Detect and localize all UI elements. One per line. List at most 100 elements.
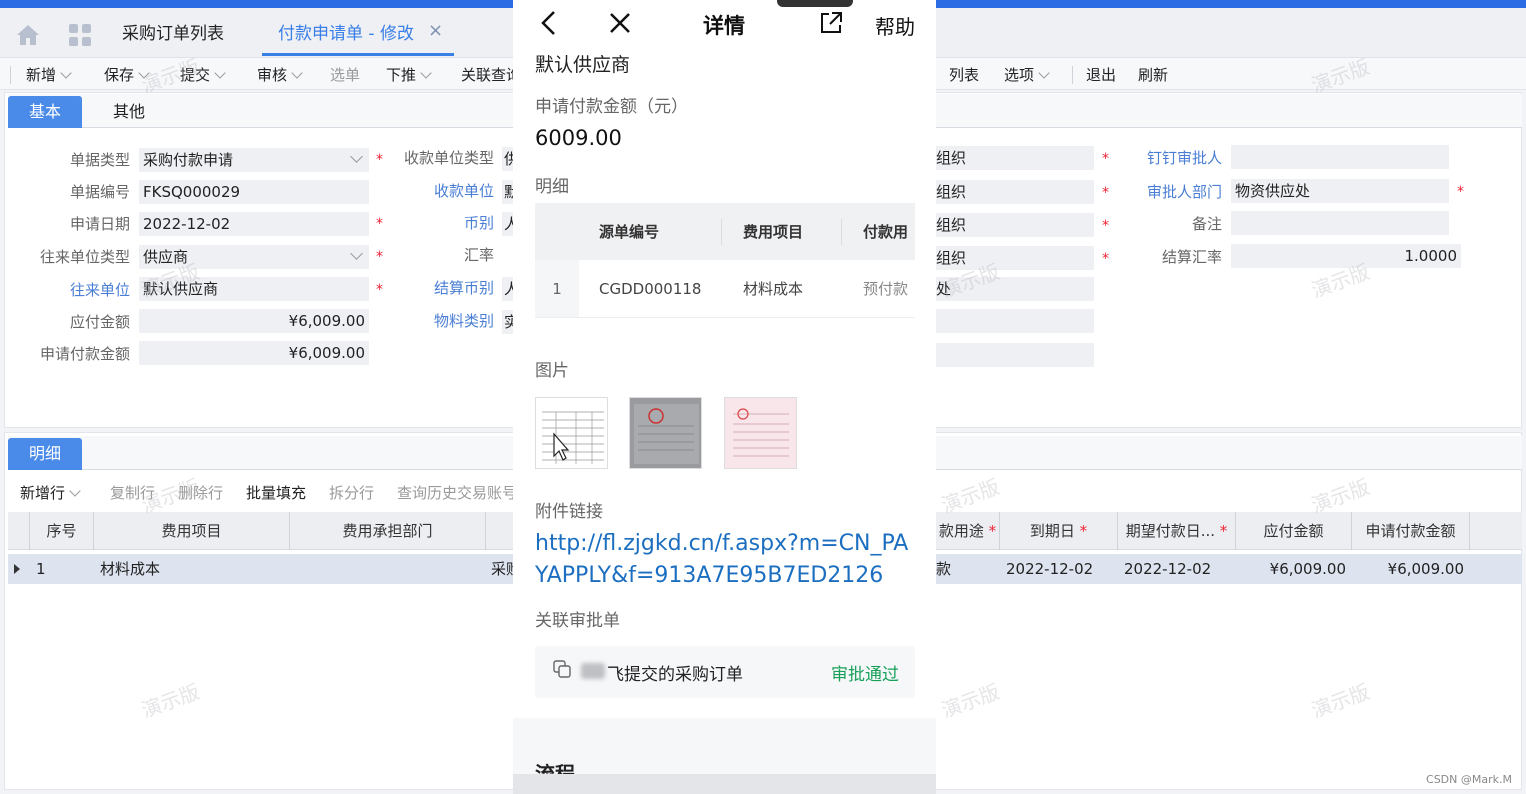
cell-seq[interactable]: 1 bbox=[36, 554, 46, 584]
partner-field[interactable]: 默认供应商 bbox=[139, 277, 369, 301]
chevron-down-icon bbox=[69, 485, 81, 497]
remark-label: 备注 bbox=[1191, 215, 1222, 233]
blank-field-2[interactable] bbox=[936, 343, 1094, 367]
required-mark: * bbox=[1102, 251, 1109, 267]
request-amount-field[interactable]: ¥6,009.00 bbox=[139, 341, 369, 365]
cell-expected-date[interactable]: 2022-12-02 bbox=[1124, 554, 1211, 584]
col-request-amount[interactable]: 申请付款金额 bbox=[1352, 512, 1470, 550]
required-mark: * bbox=[376, 152, 383, 168]
push-down-button[interactable]: 下推 bbox=[386, 64, 432, 85]
org-field-2[interactable]: 组织 bbox=[936, 180, 1094, 204]
chevron-down-icon bbox=[138, 67, 150, 79]
grid-corner bbox=[8, 512, 30, 550]
mobile-title: 详情 bbox=[703, 14, 745, 38]
row-index: 1 bbox=[535, 260, 579, 317]
new-button[interactable]: 新增 bbox=[26, 64, 72, 85]
col-dept[interactable]: 费用承担部门 bbox=[290, 512, 486, 550]
payee-label[interactable]: 收款单位 bbox=[400, 180, 494, 201]
cell-cut[interactable]: 采购 bbox=[491, 554, 513, 584]
delete-row-button[interactable]: 删除行 bbox=[178, 482, 223, 503]
cell-due-date[interactable]: 2022-12-02 bbox=[1006, 554, 1093, 584]
dingtalk-approver-label[interactable]: 钉钉审批人 bbox=[1120, 147, 1222, 168]
back-icon[interactable] bbox=[539, 10, 557, 36]
add-row-label: 新增行 bbox=[20, 484, 66, 502]
required-mark: * bbox=[376, 282, 383, 298]
remark-field[interactable] bbox=[1231, 211, 1449, 235]
col-due-date[interactable]: 到期日 * bbox=[1000, 512, 1118, 550]
help-button[interactable]: 帮助 bbox=[875, 11, 915, 40]
col-expense-item-mobile: 费用项目 bbox=[743, 223, 804, 241]
redacted-name bbox=[581, 663, 605, 679]
attachment-image-3[interactable] bbox=[724, 397, 797, 469]
attachment-image-2[interactable] bbox=[629, 397, 702, 469]
required-mark: * bbox=[1102, 185, 1109, 201]
related-query-button[interactable]: 关联查询 bbox=[461, 64, 521, 85]
col-payable[interactable]: 应付金额 bbox=[1236, 512, 1352, 550]
close-icon[interactable] bbox=[609, 12, 631, 34]
home-icon[interactable] bbox=[16, 24, 40, 46]
doc-no-field[interactable]: FKSQ000029 bbox=[139, 180, 369, 204]
save-button[interactable]: 保存 bbox=[104, 64, 150, 85]
col-purpose[interactable]: 款用途 * bbox=[936, 512, 1000, 550]
close-tab-icon[interactable]: × bbox=[428, 20, 443, 41]
blank-field-1[interactable] bbox=[936, 309, 1094, 333]
attachment-image-1[interactable] bbox=[535, 397, 608, 469]
org-field-3[interactable]: 组织 bbox=[936, 213, 1094, 237]
doc-type-select[interactable]: 采购付款申请 bbox=[139, 148, 369, 172]
submit-button[interactable]: 提交 bbox=[180, 64, 226, 85]
tab-basic[interactable]: 基本 bbox=[8, 96, 82, 128]
options-button[interactable]: 选项 bbox=[1004, 64, 1050, 85]
col-divider bbox=[841, 219, 842, 245]
refresh-button[interactable]: 刷新 bbox=[1138, 64, 1168, 85]
options-label: 选项 bbox=[1004, 66, 1035, 84]
payable-field[interactable]: ¥6,009.00 bbox=[139, 309, 369, 333]
currency-label[interactable]: 币别 bbox=[420, 212, 494, 233]
apps-grid-icon[interactable] bbox=[68, 23, 92, 47]
exit-button[interactable]: 退出 bbox=[1086, 64, 1116, 85]
cell-purpose[interactable]: 款 bbox=[936, 554, 951, 584]
mobile-detail-view: 详情 帮助 默认供应商 申请付款金额（元） 6009.00 明细 源单编号 费用… bbox=[513, 0, 936, 794]
attachment-link[interactable]: http://fl.zjgkd.cn/f.aspx?m=CN_PAYAPPLY&… bbox=[535, 528, 915, 592]
tab-purchase-order-list[interactable]: 采购订单列表 bbox=[122, 21, 224, 51]
approver-dept-field[interactable]: 物资供应处 bbox=[1231, 179, 1449, 203]
partner-label[interactable]: 往来单位 bbox=[30, 279, 130, 300]
audit-label: 审核 bbox=[257, 66, 288, 84]
dept-short-field[interactable]: 处 bbox=[936, 277, 1094, 301]
audit-button[interactable]: 审核 bbox=[257, 64, 303, 85]
tab-payment-request-edit[interactable]: 付款申请单 - 修改 bbox=[278, 21, 414, 51]
material-category-label[interactable]: 物料类别 bbox=[400, 310, 494, 331]
list-button[interactable]: 列表 bbox=[949, 64, 979, 85]
org-field-4[interactable]: 组织 bbox=[936, 246, 1094, 270]
settle-currency-label[interactable]: 结算币别 bbox=[400, 277, 494, 298]
copy-row-button[interactable]: 复制行 bbox=[110, 482, 155, 503]
doc-type-label: 单据类型 bbox=[69, 151, 130, 169]
org-field-1[interactable]: 组织 bbox=[936, 146, 1094, 170]
col-seq[interactable]: 序号 bbox=[30, 512, 94, 550]
tab-other[interactable]: 其他 bbox=[92, 96, 166, 128]
tab-detail[interactable]: 明细 bbox=[8, 438, 82, 470]
related-approval-label: 关联审批单 bbox=[535, 611, 620, 631]
cell-request-amount[interactable]: ¥6,009.00 bbox=[1352, 554, 1464, 584]
cell-payable[interactable]: ¥6,009.00 bbox=[1236, 554, 1346, 584]
split-row-button[interactable]: 拆分行 bbox=[329, 482, 374, 503]
row-pointer-icon bbox=[14, 564, 20, 574]
related-approval-card[interactable]: 飞提交的采购订单 审批通过 bbox=[535, 646, 915, 698]
settle-rate-field[interactable]: 1.0000 bbox=[1231, 244, 1461, 268]
share-external-icon[interactable] bbox=[818, 10, 844, 36]
mobile-table-row[interactable]: 1 CGDD000118 材料成本 预付款 bbox=[535, 260, 915, 318]
partner-type-select[interactable]: 供应商 bbox=[139, 245, 369, 269]
approver-dept-label[interactable]: 审批人部门 bbox=[1120, 181, 1222, 202]
col-expense-item[interactable]: 费用项目 bbox=[94, 512, 290, 550]
dingtalk-approver-field[interactable] bbox=[1231, 145, 1449, 169]
add-row-button[interactable]: 新增行 bbox=[20, 482, 81, 503]
chevron-down-icon bbox=[291, 67, 303, 79]
cell-expense-item[interactable]: 材料成本 bbox=[100, 554, 160, 584]
batch-fill-button[interactable]: 批量填充 bbox=[246, 482, 306, 503]
history-account-button[interactable]: 查询历史交易账号 bbox=[397, 482, 513, 503]
apply-date-field[interactable]: 2022-12-02 bbox=[139, 212, 369, 236]
col-payment-use: 付款用 bbox=[863, 223, 909, 241]
document-thumbnail-icon bbox=[634, 404, 699, 464]
default-supplier-text: 默认供应商 bbox=[535, 54, 631, 76]
select-doc-button[interactable]: 选单 bbox=[330, 64, 360, 85]
col-expected-date[interactable]: 期望付款日... * bbox=[1118, 512, 1236, 550]
